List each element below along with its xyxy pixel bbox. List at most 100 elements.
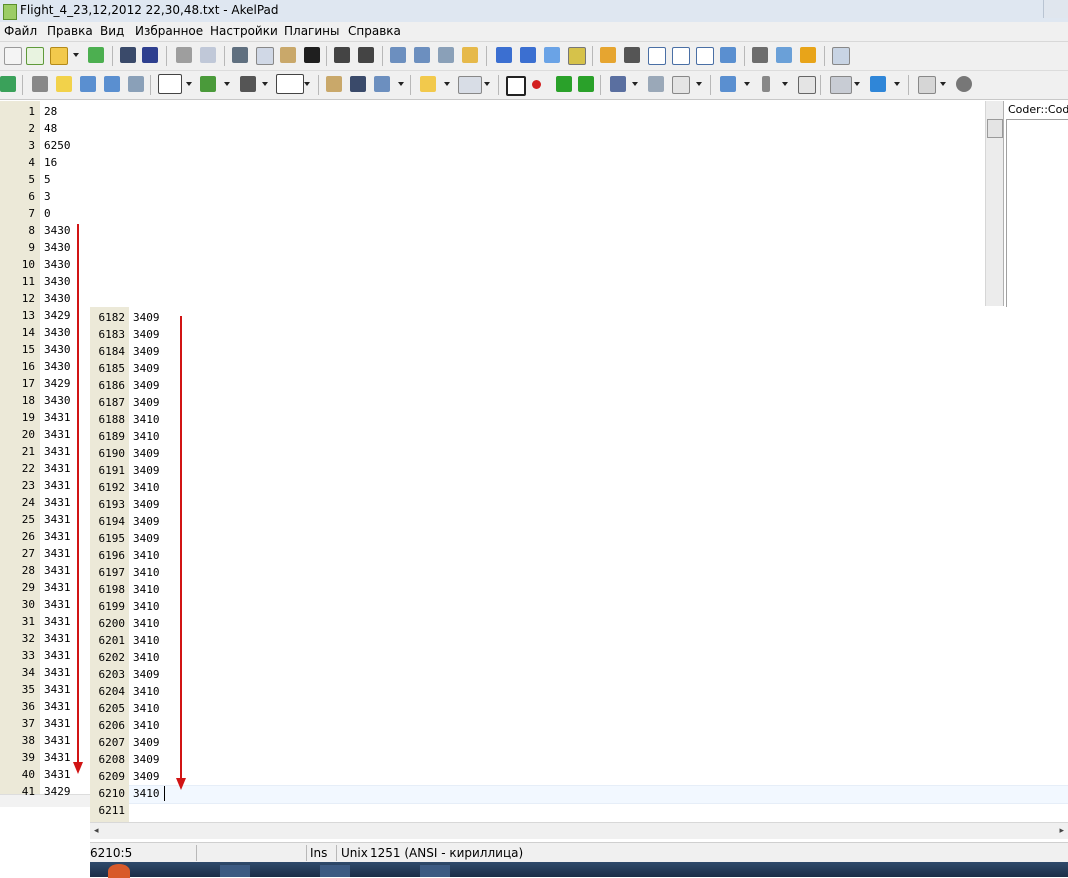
bottom-text-line[interactable]: 3410: [133, 649, 160, 666]
record-icon[interactable]: [532, 80, 541, 89]
save-session-icon[interactable]: [350, 76, 366, 92]
bottom-text-line[interactable]: 3410: [133, 700, 160, 717]
scrollbar-thumb[interactable]: [987, 119, 1003, 138]
top-text-line[interactable]: 3430: [44, 290, 71, 307]
undo-icon[interactable]: [334, 47, 350, 63]
top-text-line[interactable]: 3431: [44, 545, 71, 562]
top-text-line[interactable]: 3431: [44, 579, 71, 596]
window-icon[interactable]: [870, 76, 886, 92]
bottom-text-line[interactable]: 3410: [133, 411, 160, 428]
bottom-text-line[interactable]: 3409: [133, 666, 160, 683]
folder-dropdown-icon[interactable]: [444, 82, 450, 86]
folder-icon[interactable]: [420, 76, 436, 92]
top-text-line[interactable]: 3431: [44, 460, 71, 477]
top-text-line[interactable]: 3431: [44, 715, 71, 732]
top-text-line[interactable]: 3430: [44, 324, 71, 341]
top-text-line[interactable]: 3430: [44, 341, 71, 358]
bottom-text-line[interactable]: 3410: [133, 598, 160, 615]
hint-icon[interactable]: [56, 76, 72, 92]
bottom-text-line[interactable]: 3410: [133, 717, 160, 734]
plugin-green-icon[interactable]: [0, 76, 16, 92]
font-icon[interactable]: [496, 47, 512, 63]
vertical-scrollbar-top[interactable]: [985, 101, 1003, 306]
find-icon[interactable]: [390, 47, 406, 63]
code-icon[interactable]: [32, 76, 48, 92]
top-text-line[interactable]: 3431: [44, 596, 71, 613]
split-horizontal-icon[interactable]: [696, 47, 714, 65]
top-text-line[interactable]: 3431: [44, 698, 71, 715]
menu-help[interactable]: Справка: [348, 24, 401, 38]
editor-pane-bottom[interactable]: [90, 307, 1068, 822]
top-text-line[interactable]: 0: [44, 205, 51, 222]
top-text-line[interactable]: 16: [44, 154, 57, 171]
top-text-line[interactable]: 3429: [44, 375, 71, 392]
split-window-icon[interactable]: [648, 47, 666, 65]
list-view-dropdown-icon[interactable]: [304, 82, 310, 86]
font-bg-icon[interactable]: [544, 47, 560, 63]
coder-panel-body[interactable]: [1006, 119, 1068, 308]
bottom-text-line[interactable]: 3410: [133, 683, 160, 700]
top-text-line[interactable]: 3431: [44, 732, 71, 749]
page-icon[interactable]: [672, 76, 690, 94]
save-icon[interactable]: [120, 47, 136, 63]
bottom-text-line[interactable]: 3410: [133, 547, 160, 564]
sync-icon[interactable]: [80, 76, 96, 92]
bottom-text-line[interactable]: 3409: [133, 309, 160, 326]
bottom-text-line[interactable]: 3410: [133, 632, 160, 649]
top-text-line[interactable]: 48: [44, 120, 57, 137]
delete-icon[interactable]: [304, 47, 320, 63]
column-dropdown-icon[interactable]: [782, 82, 788, 86]
top-text-line[interactable]: 3431: [44, 494, 71, 511]
top-text-line[interactable]: 3430: [44, 222, 71, 239]
column-icon[interactable]: [762, 76, 770, 92]
split-vertical-icon[interactable]: [672, 47, 690, 65]
clipboard-icon[interactable]: [326, 76, 342, 92]
sort-dropdown-icon[interactable]: [744, 82, 750, 86]
music-icon[interactable]: [918, 76, 936, 94]
top-text-line[interactable]: 3431: [44, 528, 71, 545]
menu-plugins[interactable]: Плагины: [284, 24, 339, 38]
bottom-text-line[interactable]: 3410: [133, 479, 160, 496]
top-text-line[interactable]: 3429: [44, 307, 71, 324]
paste-icon[interactable]: [280, 47, 296, 63]
top-text-line[interactable]: 3: [44, 188, 51, 205]
bottom-text-line[interactable]: 3409: [133, 734, 160, 751]
top-text-line[interactable]: 3430: [44, 256, 71, 273]
copy-icon[interactable]: [256, 47, 274, 65]
taskbar-app[interactable]: [420, 865, 450, 877]
print-icon[interactable]: [176, 47, 192, 63]
bottom-text-line[interactable]: 3410: [133, 785, 160, 802]
window-dropdown-icon[interactable]: [894, 82, 900, 86]
zoom-icon[interactable]: [374, 76, 390, 92]
top-text-line[interactable]: 3430: [44, 239, 71, 256]
open-folder-icon[interactable]: [50, 47, 68, 65]
gear-icon[interactable]: [800, 47, 816, 63]
top-text-line[interactable]: 3431: [44, 562, 71, 579]
bottom-text-line[interactable]: 3409: [133, 445, 160, 462]
top-text-line[interactable]: 3431: [44, 477, 71, 494]
settings-icon[interactable]: [720, 47, 736, 63]
top-text-line[interactable]: 3430: [44, 392, 71, 409]
paragraph-icon[interactable]: [240, 76, 256, 92]
top-text-line[interactable]: 5: [44, 171, 51, 188]
top-text-line[interactable]: 3431: [44, 630, 71, 647]
spellcheck-icon[interactable]: [200, 76, 216, 92]
scroll-right-icon[interactable]: ▸: [1059, 826, 1064, 836]
horizontal-scrollbar-bottom[interactable]: ◂ ▸: [90, 822, 1068, 839]
reopen-icon[interactable]: [88, 47, 104, 63]
menu-file[interactable]: Файл: [4, 24, 37, 38]
print-preview-icon[interactable]: [200, 47, 216, 63]
run-multiple-icon[interactable]: [578, 76, 594, 92]
play-icon[interactable]: [752, 47, 768, 63]
top-text-line[interactable]: 6250: [44, 137, 71, 154]
bottom-text-line[interactable]: 3409: [133, 326, 160, 343]
close-tag-dropdown-icon[interactable]: [186, 82, 192, 86]
zoom-dropdown-icon[interactable]: [398, 82, 404, 86]
top-text-line[interactable]: 3431: [44, 426, 71, 443]
keyboard-icon[interactable]: [830, 76, 852, 94]
redo-icon[interactable]: [358, 47, 374, 63]
bottom-text-line[interactable]: 3410: [133, 581, 160, 598]
menu-view[interactable]: Вид: [100, 24, 124, 38]
format-icon[interactable]: [648, 76, 664, 92]
cut-icon[interactable]: [232, 47, 248, 63]
